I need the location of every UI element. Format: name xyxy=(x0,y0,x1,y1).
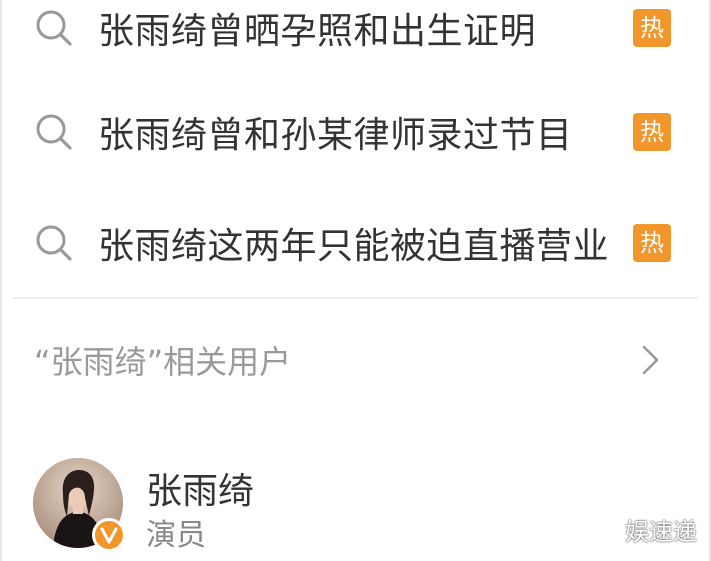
user-name: 张雨绮 xyxy=(146,471,255,512)
chevron-right-icon xyxy=(642,345,659,375)
search-suggestion-item[interactable]: 张雨绮这两年只能被迫直播营业 热 xyxy=(0,203,711,283)
search-suggestions-screen: 张雨绮曾晒孕照和出生证明 热 张雨绮曾和孙某律师录过节目 热 张雨绮这两年只能被… xyxy=(0,0,711,561)
hot-badge: 热 xyxy=(633,113,671,151)
section-divider xyxy=(12,297,698,299)
user-role: 演员 xyxy=(146,518,206,553)
hot-badge: 热 xyxy=(633,224,671,262)
suggestion-text: 张雨绮这两年只能被迫直播营业 xyxy=(98,226,610,267)
search-icon xyxy=(36,114,72,150)
hot-badge: 热 xyxy=(633,9,671,47)
verified-badge-icon xyxy=(92,518,126,552)
related-users-title: “张雨绮”相关用户 xyxy=(34,343,292,381)
suggestion-text: 张雨绮曾和孙某律师录过节目 xyxy=(98,115,573,156)
search-icon xyxy=(36,225,72,261)
user-card[interactable]: 张雨绮 演员 xyxy=(0,450,711,561)
watermark-logo: 娱速递 xyxy=(625,518,697,546)
search-suggestion-item[interactable]: 张雨绮曾晒孕照和出生证明 热 xyxy=(0,0,711,68)
search-suggestion-item[interactable]: 张雨绮曾和孙某律师录过节目 热 xyxy=(0,92,711,172)
search-icon xyxy=(36,10,72,46)
related-users-header[interactable]: “张雨绮”相关用户 xyxy=(0,320,711,400)
suggestion-text: 张雨绮曾晒孕照和出生证明 xyxy=(98,11,537,52)
